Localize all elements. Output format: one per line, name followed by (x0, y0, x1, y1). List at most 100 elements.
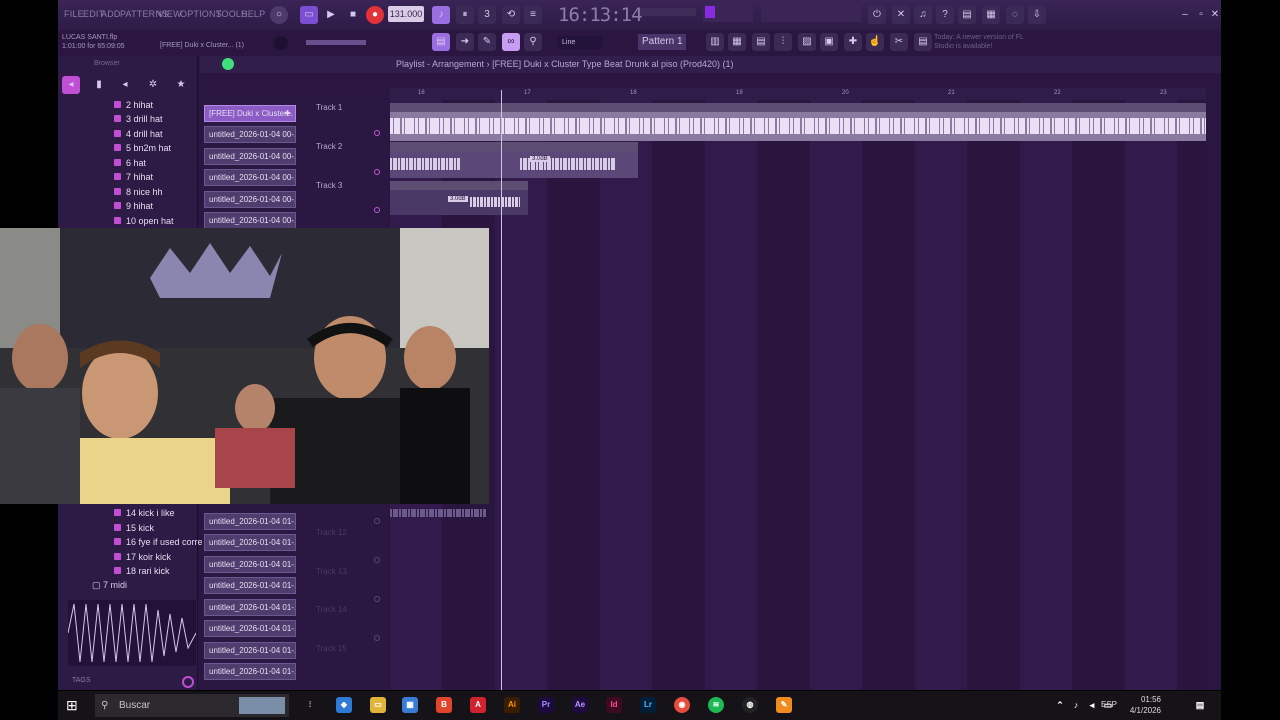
channel-item[interactable]: untitled_2026-01-04 01-... (204, 663, 296, 680)
download-icon[interactable]: ⇩ (1028, 6, 1046, 24)
touch-icon[interactable]: ☝ (866, 33, 884, 51)
browser-item[interactable]: 9 hihat (114, 201, 153, 211)
browser-item[interactable]: 8 nice hh (114, 187, 163, 197)
stop-button[interactable]: ■ (344, 6, 362, 24)
menu-view[interactable]: VIEW (158, 9, 182, 19)
channel-item[interactable]: untitled_2026-01-04 00-... (204, 148, 296, 165)
browser-item[interactable]: 16 fye if used correctly (114, 537, 216, 547)
channel-item[interactable]: untitled_2026-01-04 00-... (204, 212, 296, 229)
obs-icon[interactable]: ◍ (742, 697, 758, 713)
browser-item[interactable]: 14 kick i like (114, 508, 175, 518)
fl-studio-taskbar-icon[interactable]: ✎ (776, 697, 792, 713)
project-icon[interactable]: ▣ (820, 33, 838, 51)
main-volume-slider[interactable] (306, 40, 366, 45)
copilot-icon[interactable]: ◆ (336, 697, 352, 713)
timeline-ruler[interactable]: 16 17 18 19 20 21 22 23 (390, 88, 1206, 100)
master-pitch-knob[interactable] (274, 36, 288, 50)
browser-files-icon[interactable]: ▮ (90, 76, 108, 94)
browser-icon[interactable]: ▨ (798, 33, 816, 51)
menu-help[interactable]: HELP (241, 9, 265, 19)
channel-item[interactable]: untitled_2026-01-04 01-... (204, 556, 296, 573)
channel-item[interactable]: untitled_2026-01-04 01-... (204, 577, 296, 594)
playlist-view-icon[interactable]: ▤ (432, 33, 450, 51)
channel-rack-icon[interactable]: ▤ (752, 33, 770, 51)
playhead[interactable] (501, 90, 502, 690)
channel-item[interactable]: untitled_2026-01-04 01-... (204, 513, 296, 530)
record-button[interactable]: ● (366, 6, 384, 24)
clock-tray[interactable]: 01:56 4/1/2026 (1130, 694, 1161, 716)
speaker-icon[interactable]: ◂ (1084, 697, 1100, 713)
browser-back-icon[interactable]: ◂ (62, 76, 80, 94)
channel-item[interactable]: untitled_2026-01-04 01-... (204, 599, 296, 616)
chevron-up-icon[interactable]: ⌃ (1052, 697, 1068, 713)
file-explorer-icon[interactable]: ▭ (370, 697, 386, 713)
magnet-icon[interactable] (222, 58, 234, 70)
browser-item[interactable]: 3 drill hat (114, 114, 163, 124)
menu-file[interactable]: FILE (64, 9, 84, 19)
arrow-icon[interactable]: ➜ (456, 33, 474, 51)
channel-item[interactable]: untitled_2026-01-04 00-... (204, 191, 296, 208)
plugins-icon[interactable]: ▦ (982, 6, 1000, 24)
track-label[interactable]: Track 1 (316, 103, 342, 112)
news-icon[interactable]: ▤ (914, 33, 932, 51)
browser-item[interactable]: 5 bn2m hat (114, 143, 171, 153)
pattern-song-toggle[interactable]: ○ (270, 6, 288, 24)
track-mute-led[interactable] (374, 207, 380, 213)
audio-clip[interactable]: [FREE] Duki x Cluster Type Beat Drunk al… (390, 103, 1206, 141)
pattern-selector[interactable]: Pattern 1 (638, 34, 686, 50)
pat-song-switch[interactable]: ▭ (300, 6, 318, 24)
track-mute-led[interactable] (374, 518, 380, 524)
windows-start-icon[interactable]: ⊞ (66, 697, 82, 713)
tags-label[interactable]: TAGS (72, 677, 91, 684)
search-icon[interactable] (182, 676, 194, 688)
channel-item[interactable]: untitled_2026-01-04 01-... (204, 620, 296, 637)
after-effects-icon[interactable]: Ae (572, 697, 588, 713)
channel-item[interactable]: untitled_2026-01-04 01-... (204, 534, 296, 551)
track-label[interactable]: Track 2 (316, 142, 342, 151)
playlist-grid[interactable]: [FREE] Duki x Cluster Type Beat Drunk al… (390, 100, 1206, 690)
track-mute-led[interactable] (374, 596, 380, 602)
store-icon[interactable]: ▦ (402, 697, 418, 713)
metronome-icon[interactable]: ♪ (432, 6, 450, 24)
master-volume-slider[interactable] (640, 8, 696, 16)
save-icon[interactable]: ▤ (958, 6, 976, 24)
close-tools-icon[interactable]: ✕ (892, 6, 910, 24)
channel-item[interactable]: untitled_2026-01-04 00-... (204, 126, 296, 143)
add-icon[interactable]: ✚ (284, 106, 291, 121)
snap-select[interactable]: Line (558, 36, 602, 49)
channel-item[interactable]: untitled_2026-01-04 00-... (204, 169, 296, 186)
track-label[interactable]: Track 15 (316, 644, 347, 653)
taskbar-search[interactable]: ⚲ Buscar (95, 694, 289, 717)
task-view-icon[interactable]: ⫶ (302, 697, 318, 713)
cut-icon[interactable]: ✂ (890, 33, 908, 51)
indesign-icon[interactable]: Id (606, 697, 622, 713)
audio-clip[interactable]: untitled..nser ▸ untitled_2026-01-04 01-… (390, 142, 638, 178)
chat-icon[interactable]: ◌ (1006, 6, 1024, 24)
plugin-picker-icon[interactable]: ✚ (844, 33, 862, 51)
track-label[interactable]: Track 14 (316, 605, 347, 614)
audio-clip[interactable]: untitled_2026-01-04 01-38-31_Insert 1 3.… (390, 181, 528, 215)
loop-record-icon[interactable]: ⟲ (502, 6, 520, 24)
spotify-icon[interactable]: ≋ (708, 697, 724, 713)
countdown-icon[interactable]: 3 (478, 6, 496, 24)
stamp-icon[interactable]: ⚲ (524, 33, 542, 51)
mic-icon[interactable]: ♫ (914, 6, 932, 24)
channel-item[interactable]: untitled_2026-01-04 01-... (204, 642, 296, 659)
track-label[interactable]: Track 12 (316, 528, 347, 537)
blend-icon[interactable]: ≡ (524, 6, 542, 24)
track-label[interactable]: Track 3 (316, 181, 342, 190)
browser-item[interactable]: 15 kick (114, 523, 154, 533)
browser-plugin-icon[interactable]: ✲ (144, 76, 162, 94)
lightroom-icon[interactable]: Lr (640, 697, 656, 713)
track-label[interactable]: Track 13 (316, 567, 347, 576)
notifications-icon[interactable]: ▤ (1192, 697, 1208, 713)
wait-input-icon[interactable]: ⏸ (456, 6, 474, 24)
browser-item[interactable]: 17 koir kick (114, 552, 171, 562)
browser-item[interactable]: 6 hat (114, 158, 146, 168)
help-icon[interactable]: ? (936, 6, 954, 24)
browser-item[interactable]: 2 hihat (114, 100, 153, 110)
acrobat-icon[interactable]: A (470, 697, 486, 713)
illustrator-icon[interactable]: Ai (504, 697, 520, 713)
mic-tray-icon[interactable]: ♪ (1068, 697, 1084, 713)
piano-roll-icon[interactable]: ▦ (728, 33, 746, 51)
